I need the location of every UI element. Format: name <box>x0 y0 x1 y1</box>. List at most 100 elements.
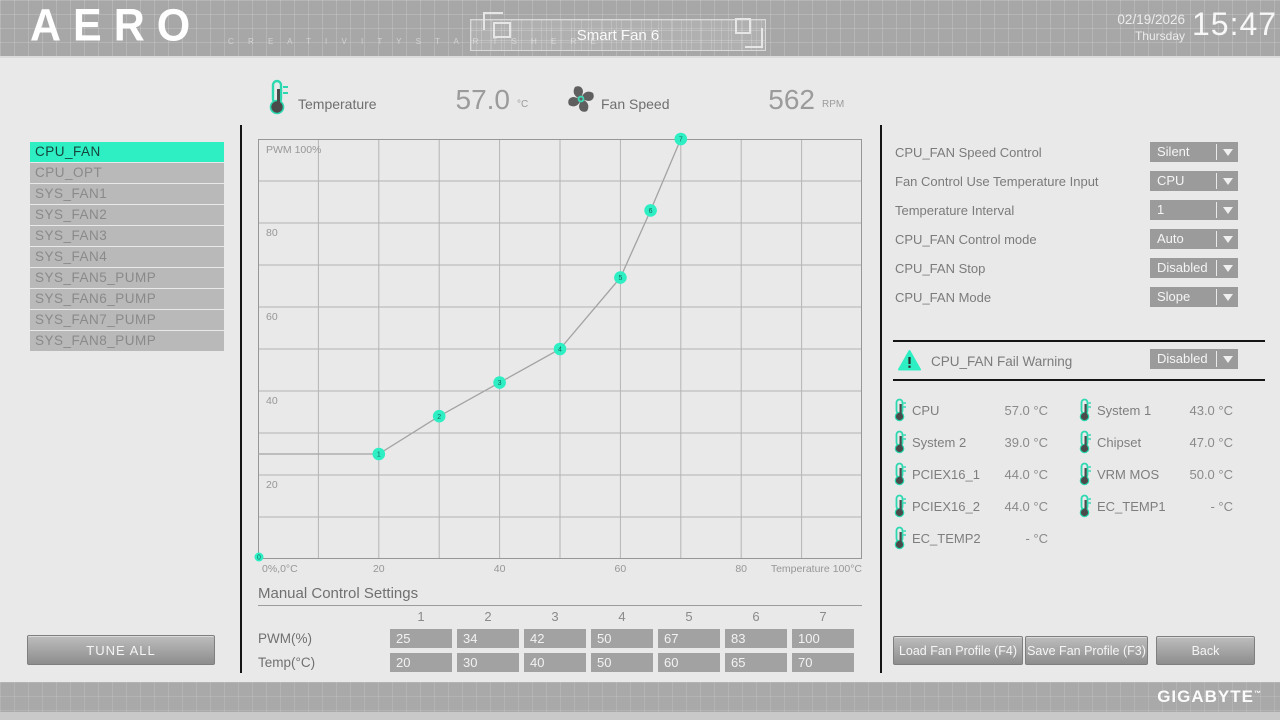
sensor-pciex16-1: PCIEX16_1 44.0 °C <box>893 458 1048 490</box>
temp-input-1[interactable] <box>390 653 452 672</box>
setting-dropdown-3[interactable]: 1 <box>1150 200 1238 220</box>
thermometer-icon <box>1079 398 1091 422</box>
fan-list-item-sys_fan1[interactable]: SYS_FAN1 <box>30 184 224 204</box>
setting-row: Fan Control Use Temperature Input CPU <box>895 171 1265 191</box>
pwm-input-7[interactable] <box>792 629 854 648</box>
x-axis-title: Temperature 100°C <box>770 563 862 575</box>
setting-label: Fan Control Use Temperature Input <box>895 174 1099 189</box>
manual-col-header-7: 7 <box>819 609 827 624</box>
sensor-label: CPU <box>912 402 940 418</box>
temp-input-2[interactable] <box>457 653 519 672</box>
temp-input-5[interactable] <box>658 653 720 672</box>
clock: 15:47 <box>1192 6 1278 42</box>
sensor-label: EC_TEMP1 <box>1097 498 1166 514</box>
y-tick-80: 80 <box>266 227 278 239</box>
chevron-down-icon <box>1223 294 1233 301</box>
page-title: Smart Fan 6 <box>470 19 766 51</box>
fan-list-item-sys_fan8_pump[interactable]: SYS_FAN8_PUMP <box>30 331 224 351</box>
sensor-label: PCIEX16_1 <box>912 466 980 482</box>
setting-dropdown-2[interactable]: CPU <box>1150 171 1238 191</box>
x-tick-20: 20 <box>372 563 385 575</box>
sensor-label: PCIEX16_2 <box>912 498 980 514</box>
setting-dropdown-6[interactable]: Slope <box>1150 287 1238 307</box>
sensor-ec-temp1: EC_TEMP1 - °C <box>1078 490 1233 522</box>
back-button[interactable]: Back <box>1156 636 1255 665</box>
fan-icon <box>568 86 594 112</box>
fan-list-item-cpu_fan[interactable]: CPU_FAN <box>30 142 224 162</box>
fan-list-item-sys_fan5_pump[interactable]: SYS_FAN5_PUMP <box>30 268 224 288</box>
x-tick-40: 40 <box>493 563 506 575</box>
svg-text:3: 3 <box>498 380 502 387</box>
manual-col-header-6: 6 <box>752 609 760 624</box>
setting-dropdown-1[interactable]: Silent <box>1150 142 1238 162</box>
pwm-input-3[interactable] <box>524 629 586 648</box>
temp-input-4[interactable] <box>591 653 653 672</box>
warning-icon <box>898 350 921 371</box>
manual-col-header-3: 3 <box>551 609 559 624</box>
sensor-value: 43.0 °C <box>1189 402 1233 418</box>
fan-list-item-sys_fan2[interactable]: SYS_FAN2 <box>30 205 224 225</box>
thermometer-icon <box>894 462 906 486</box>
pwm-input-2[interactable] <box>457 629 519 648</box>
temp-input-7[interactable] <box>792 653 854 672</box>
chevron-down-icon <box>1223 265 1233 272</box>
manual-row-label-pwm: PWM(%) <box>258 631 312 646</box>
sensor-value: 47.0 °C <box>1189 434 1233 450</box>
setting-value: Auto <box>1157 231 1184 246</box>
fan-list-item-cpu_opt[interactable]: CPU_OPT <box>30 163 224 183</box>
sensor-grid: CPU 57.0 °C System 1 43.0 °C System 2 39.0 °C… <box>893 394 1235 554</box>
pwm-input-5[interactable] <box>658 629 720 648</box>
fan-list-item-sys_fan3[interactable]: SYS_FAN3 <box>30 226 224 246</box>
temperature-unit: °C <box>517 99 529 110</box>
date-text: 02/19/2026 <box>1117 12 1185 27</box>
sensor-label: EC_TEMP2 <box>912 530 981 546</box>
setting-label: CPU_FAN Mode <box>895 290 992 305</box>
footer-strip <box>0 712 1280 720</box>
setting-row: CPU_FAN Speed Control Silent <box>895 142 1265 162</box>
fan-curve-svg: 0 1 2 3 4 5 6 7 <box>254 132 862 562</box>
sensor-chipset: Chipset 47.0 °C <box>1078 426 1233 458</box>
y-tick-20: 20 <box>266 479 278 491</box>
setting-dropdown-5[interactable]: Disabled <box>1150 258 1238 278</box>
svg-text:6: 6 <box>649 208 653 215</box>
fail-warning-dropdown[interactable]: Disabled <box>1150 349 1238 369</box>
svg-text:7: 7 <box>679 137 683 144</box>
fan-list-item-sys_fan4[interactable]: SYS_FAN4 <box>30 247 224 267</box>
sensor-value: 44.0 °C <box>1004 498 1048 514</box>
fan-list-item-sys_fan6_pump[interactable]: SYS_FAN6_PUMP <box>30 289 224 309</box>
setting-dropdown-4[interactable]: Auto <box>1150 229 1238 249</box>
tune-all-button[interactable]: TUNE ALL <box>27 635 215 665</box>
temp-input-3[interactable] <box>524 653 586 672</box>
fan-curve-line <box>258 138 682 455</box>
fan-list-item-sys_fan7_pump[interactable]: SYS_FAN7_PUMP <box>30 310 224 330</box>
setting-value: Disabled <box>1157 260 1208 275</box>
x-origin-label: 0%,0°C <box>262 563 298 575</box>
svg-text:4: 4 <box>558 347 562 354</box>
pwm-input-6[interactable] <box>725 629 787 648</box>
manual-settings-underline <box>258 605 862 606</box>
temperature-label: Temperature <box>298 96 377 112</box>
load-fan-profile-button[interactable]: Load Fan Profile (F4) <box>893 636 1023 665</box>
manual-settings-title: Manual Control Settings <box>258 585 419 602</box>
setting-value: Silent <box>1157 144 1190 159</box>
right-divider <box>880 125 882 673</box>
thermometer-icon <box>1079 430 1091 454</box>
y-tick-60: 60 <box>266 311 278 323</box>
thermometer-icon <box>894 430 906 454</box>
temp-input-6[interactable] <box>725 653 787 672</box>
temperature-value: 57.0 <box>455 84 511 115</box>
save-fan-profile-button[interactable]: Save Fan Profile (F3) <box>1025 636 1148 665</box>
chevron-down-icon <box>1223 356 1233 363</box>
pwm-input-1[interactable] <box>390 629 452 648</box>
chevron-down-icon <box>1223 149 1233 156</box>
y-tick-40: 40 <box>266 395 278 407</box>
thermometer-icon <box>894 526 906 550</box>
sensor-ec-temp2: EC_TEMP2 - °C <box>893 522 1048 554</box>
sensor-value: 57.0 °C <box>1004 402 1048 418</box>
pwm-input-4[interactable] <box>591 629 653 648</box>
sensor-pciex16-2: PCIEX16_2 44.0 °C <box>893 490 1048 522</box>
manual-col-header-4: 4 <box>618 609 626 624</box>
sensor-cpu: CPU 57.0 °C <box>893 394 1048 426</box>
setting-label: Temperature Interval <box>895 203 1015 218</box>
sensor-value: 44.0 °C <box>1004 466 1048 482</box>
